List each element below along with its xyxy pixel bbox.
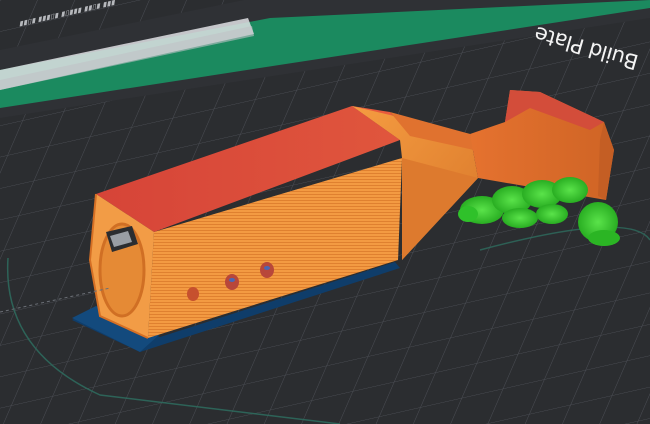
3d-viewport[interactable]: ▮▮▯▮ ▮▮▮▯▮ ▮▯▮▮▮ ▮▮▯▮ ▮▮▮ Build Plate [0,0,650,424]
scene-canvas [0,0,650,424]
